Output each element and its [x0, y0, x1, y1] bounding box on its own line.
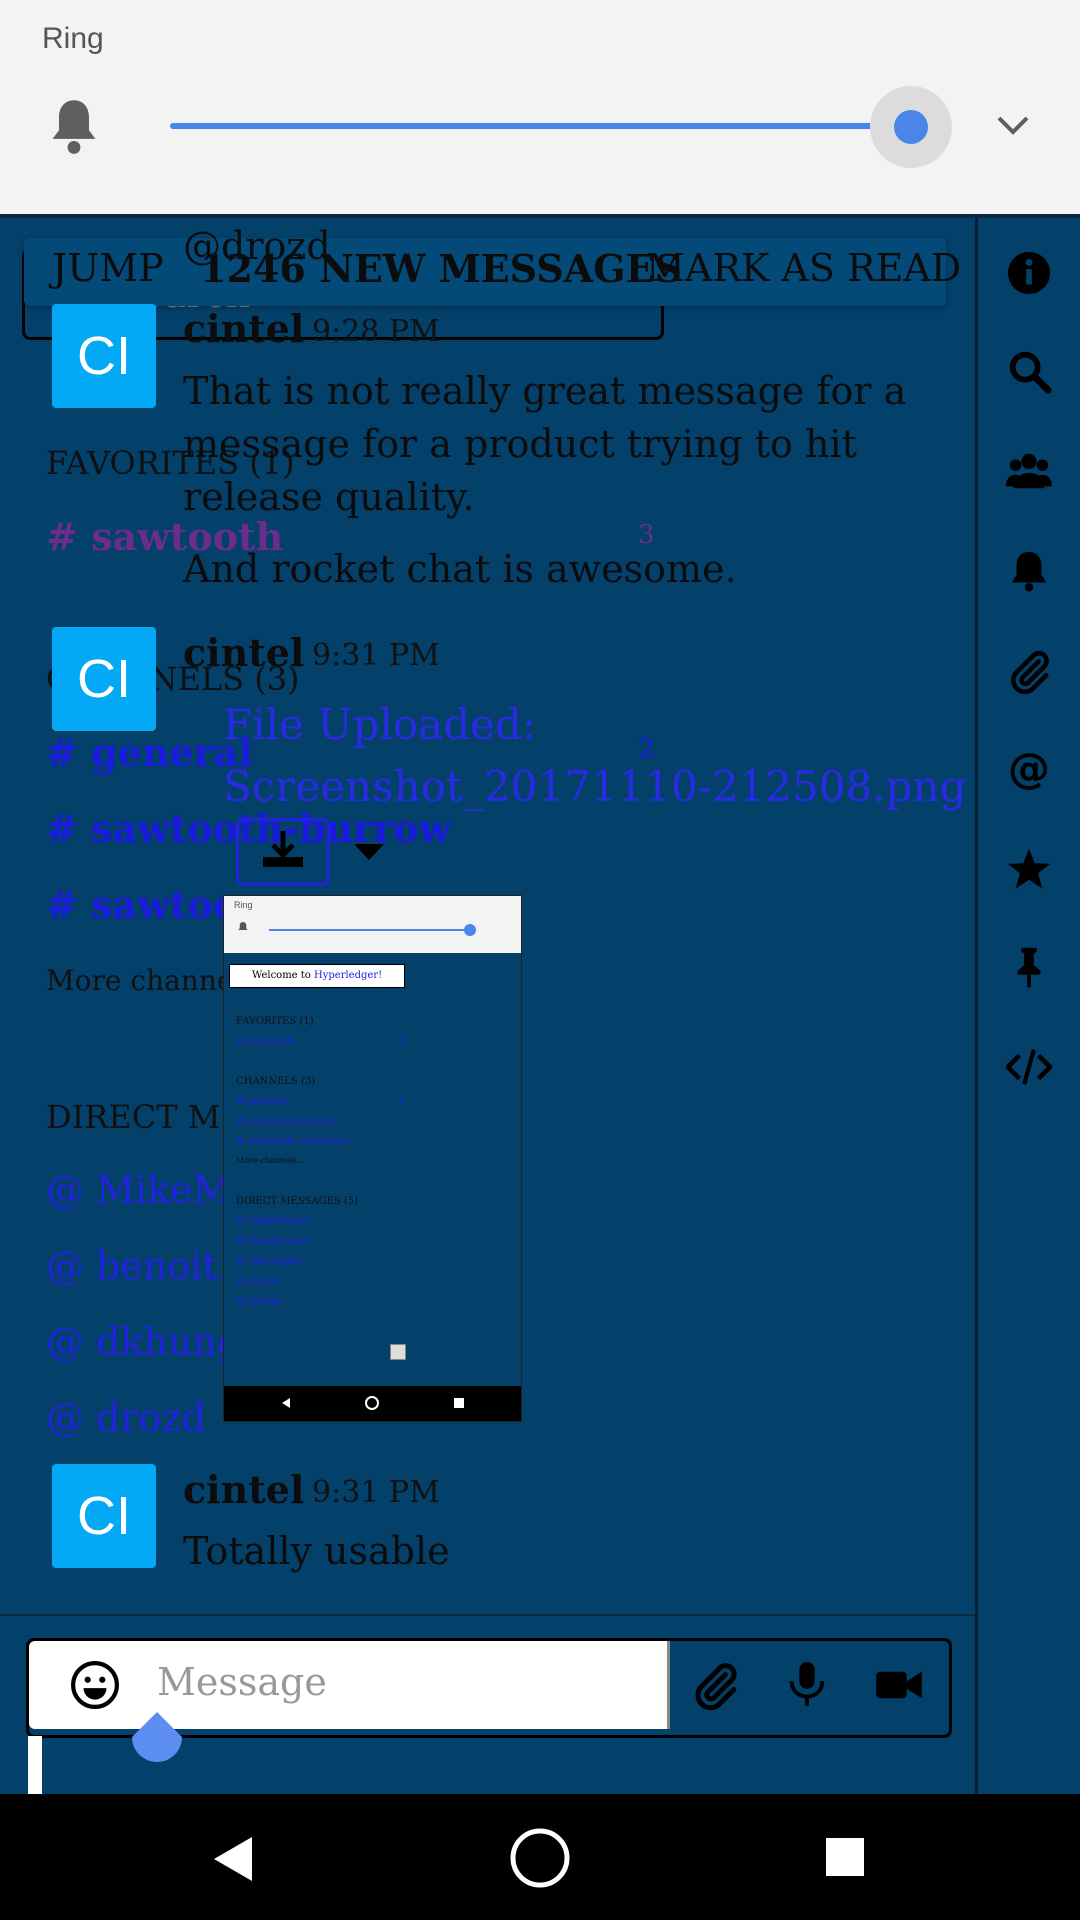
message-placeholder: Message	[157, 1660, 327, 1704]
thumb-volume-panel: Ring	[224, 896, 521, 953]
back-icon[interactable]	[210, 1834, 256, 1884]
dm-dkhung[interactable]: @ dkhung	[46, 1320, 241, 1364]
room-toolbar: @	[975, 218, 1080, 1794]
message-text: Totally usable	[183, 1529, 450, 1573]
recents-icon[interactable]	[824, 1836, 866, 1878]
channel-sawtooth-consensus[interactable]: # sawtoo	[46, 882, 238, 927]
file-name-link[interactable]: Screenshot_20171110-212508.png	[223, 756, 966, 818]
thumb-ring-label: Ring	[234, 900, 253, 910]
thumb-welcome-link: Hyperledger!	[314, 970, 383, 981]
thumb-ch1-badge: 2	[398, 1096, 405, 1107]
thumb-nav-bar	[224, 1386, 521, 1421]
thumb-channels: CHANNELS (3)	[236, 1076, 316, 1087]
thumb-nav-icons	[282, 1396, 464, 1410]
mentions-icon[interactable]: @	[1006, 746, 1052, 792]
new-messages-count: 1246 NEW MESSAGES	[200, 246, 683, 291]
thumb-more: More channels...	[236, 1156, 304, 1165]
dm-drozd[interactable]: @ drozd	[46, 1396, 206, 1440]
attachments-icon[interactable]	[1006, 648, 1052, 694]
composer-divider	[0, 1614, 975, 1616]
message-time: 9:31 PM	[312, 638, 440, 673]
thumb-dm3: @ dkhungme	[236, 1256, 303, 1267]
thumb-bell-icon	[238, 922, 248, 930]
message-author[interactable]: cintel	[183, 630, 304, 675]
message-time: 9:31 PM	[312, 1475, 440, 1510]
message-time: 9:28 PM	[312, 314, 440, 349]
message-author[interactable]: cintel	[183, 1467, 304, 1512]
dm-benoit[interactable]: @ benoit.r	[46, 1244, 248, 1288]
microphone-icon[interactable]	[784, 1660, 830, 1710]
thumb-dm4: @ drozd	[236, 1276, 279, 1287]
thumb-dm2: @ benoit.razet	[236, 1236, 311, 1247]
thumb-favorites: FAVORITES (1)	[236, 1016, 314, 1027]
channel-general[interactable]: # general	[46, 730, 253, 775]
avatar[interactable]: CI	[52, 1464, 156, 1568]
uploaded-image-thumbnail[interactable]: Ring Welcome to Hyperledger! FAVORITES (…	[223, 895, 522, 1422]
thumb-fav-badge: 3	[398, 1036, 405, 1047]
message-author[interactable]: cintel	[183, 306, 304, 351]
bell-icon[interactable]	[48, 96, 100, 156]
download-icon	[263, 831, 303, 867]
message-text: And rocket chat is awesome.	[183, 547, 737, 591]
caret-down-icon[interactable]	[352, 842, 386, 862]
members-icon[interactable]	[1006, 448, 1052, 494]
emoji-icon[interactable]	[70, 1660, 120, 1710]
thumb-welcome: Welcome to	[252, 970, 314, 981]
cursor-bar	[28, 1736, 42, 1794]
download-button[interactable]	[236, 818, 330, 886]
thumb-dm5: @ gamm	[236, 1296, 281, 1307]
message-input[interactable]	[29, 1641, 670, 1729]
message-line: release quality.	[183, 475, 475, 519]
text-cursor-handle[interactable]	[130, 1710, 184, 1764]
thumb-welcome-box: Welcome to Hyperledger!	[229, 964, 405, 988]
thumb-knob	[464, 924, 476, 936]
pinned-icon[interactable]	[1006, 944, 1052, 990]
thumb-ch2: # sawtooth-burrow	[236, 1116, 335, 1127]
thumb-dms: DIRECT MESSAGES (5)	[236, 1196, 359, 1207]
home-icon[interactable]	[508, 1826, 572, 1890]
jump-button[interactable]: JUMP	[52, 246, 164, 290]
avatar[interactable]: CI	[52, 304, 156, 408]
notifications-icon[interactable]	[1006, 548, 1052, 594]
starred-icon[interactable]	[1006, 846, 1052, 892]
info-icon[interactable]	[1006, 250, 1052, 296]
avatar[interactable]: CI	[52, 627, 156, 731]
direct-messages-header: DIRECT M	[46, 1098, 221, 1136]
thumb-ch3: # sawtooth-consensus	[236, 1136, 350, 1147]
volume-slider-track[interactable]	[170, 123, 910, 129]
svg-text:@: @	[1008, 746, 1050, 792]
thumb-broken-image-icon	[390, 1344, 406, 1360]
message-line: That is not really great message for a	[183, 369, 907, 413]
message-line: message for a product trying to hit	[183, 422, 857, 466]
attach-icon[interactable]	[690, 1660, 740, 1710]
mark-as-read-button[interactable]: MARK AS READ	[646, 246, 961, 290]
thumb-track	[269, 929, 474, 931]
more-channels-link[interactable]: More channe	[46, 964, 233, 997]
thumb-dm1: @ MikeMayori	[236, 1216, 311, 1227]
code-icon[interactable]	[1006, 1044, 1052, 1090]
thumb-fav-item: # sawtooth	[236, 1036, 294, 1047]
search-icon[interactable]	[1006, 348, 1052, 394]
volume-label: Ring	[42, 22, 104, 55]
chevron-down-icon[interactable]	[996, 112, 1030, 138]
thumb-ch1: # general	[236, 1096, 287, 1107]
volume-slider-thumb[interactable]	[894, 110, 928, 144]
system-nav-bar	[0, 1794, 1080, 1920]
volume-panel: Ring	[0, 0, 1080, 218]
video-camera-icon[interactable]	[874, 1666, 924, 1704]
file-uploaded-label: File Uploaded:	[223, 700, 537, 749]
